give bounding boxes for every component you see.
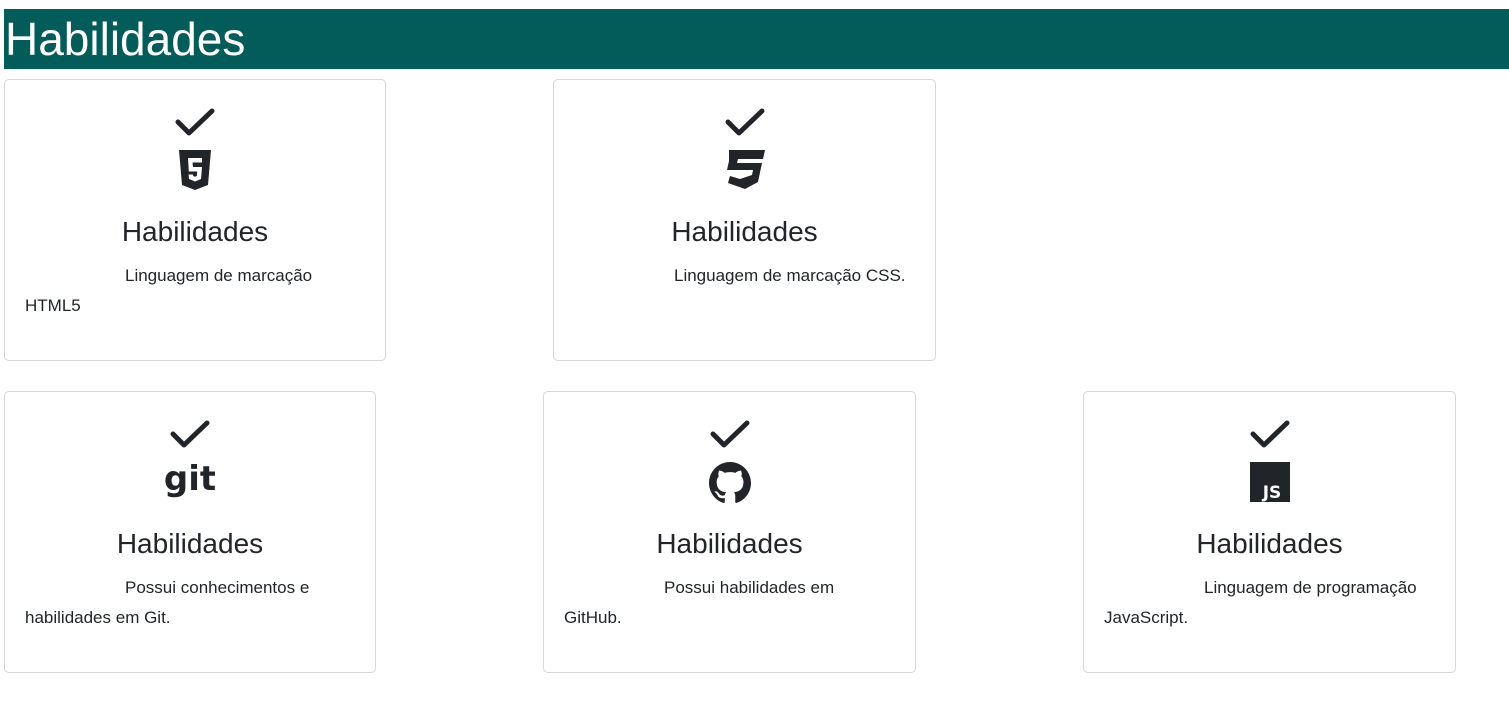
check-icon xyxy=(710,420,749,448)
card-title: Habilidades xyxy=(671,216,818,247)
skill-card-git: git Habilidades Possui conhecimentos e h… xyxy=(4,391,376,673)
card-text: Linguagem de programação JavaScript. xyxy=(1104,578,1417,627)
git-icon: git xyxy=(165,460,215,499)
check-icon xyxy=(1250,420,1289,448)
card-text: Possui habilidades em GitHub. xyxy=(564,578,835,627)
html5-icon xyxy=(179,150,211,190)
card-text: Possui conhecimentos e habilidades em Gi… xyxy=(25,578,310,627)
page-title: Habilidades xyxy=(5,13,246,65)
check-icon xyxy=(170,420,210,448)
card-text: Linguagem de marcação CSS. xyxy=(674,266,906,285)
card-title: Habilidades xyxy=(656,528,803,559)
check-icon xyxy=(175,108,215,136)
javascript-icon: JS xyxy=(1249,462,1290,502)
skill-card-github: Habilidades Possui habilidades em GitHub… xyxy=(543,391,916,673)
css3-icon xyxy=(726,150,765,189)
skill-card-html5: Habilidades Linguagem de marcação HTML5 xyxy=(4,79,386,361)
card-title: Habilidades xyxy=(116,528,264,559)
svg-text:JS: JS xyxy=(1261,483,1281,502)
card-text: Linguagem de marcação HTML5 xyxy=(25,266,313,315)
check-icon xyxy=(725,108,764,136)
card-title: Habilidades xyxy=(1196,528,1343,559)
page-header: Habilidades xyxy=(4,9,1509,69)
github-icon xyxy=(708,462,751,503)
skill-card-css3: Habilidades Linguagem de marcação CSS. xyxy=(553,79,936,361)
card-title: Habilidades xyxy=(121,216,269,247)
skill-card-javascript: JS Habilidades Linguagem de programação … xyxy=(1083,391,1456,673)
svg-text:git: git xyxy=(165,460,215,499)
